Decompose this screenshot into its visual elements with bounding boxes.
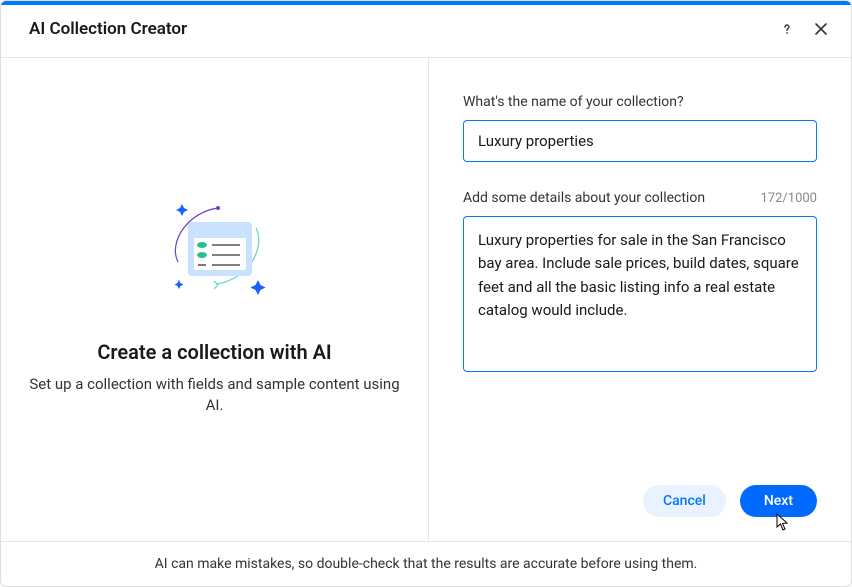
header-actions: [777, 19, 831, 39]
modal-content: Create a collection with AI Set up a col…: [1, 58, 851, 541]
next-button[interactable]: Next: [740, 485, 817, 517]
modal-footer: AI can make mistakes, so double-check th…: [1, 541, 851, 586]
name-form-group: What's the name of your collection?: [463, 94, 817, 162]
collection-name-input[interactable]: [463, 120, 817, 162]
right-panel: What's the name of your collection? Add …: [429, 58, 851, 541]
cancel-button[interactable]: Cancel: [643, 485, 726, 517]
left-panel-subtitle: Set up a collection with fields and samp…: [27, 374, 402, 416]
collection-details-textarea[interactable]: [463, 216, 817, 372]
char-count: 172/1000: [760, 191, 817, 206]
ai-collection-illustration: [150, 184, 280, 318]
details-form-group: Add some details about your collection 1…: [463, 190, 817, 376]
modal-header: AI Collection Creator: [1, 5, 851, 58]
details-label: Add some details about your collection: [463, 190, 705, 206]
left-panel: Create a collection with AI Set up a col…: [1, 58, 429, 541]
left-panel-title: Create a collection with AI: [97, 340, 331, 364]
help-icon[interactable]: [777, 19, 797, 39]
ai-collection-creator-modal: AI Collection Creator: [0, 0, 852, 587]
name-label: What's the name of your collection?: [463, 94, 684, 110]
close-icon[interactable]: [811, 19, 831, 39]
disclaimer-text: AI can make mistakes, so double-check th…: [155, 556, 698, 572]
button-row: Cancel Next: [463, 485, 817, 517]
modal-title: AI Collection Creator: [29, 19, 187, 39]
